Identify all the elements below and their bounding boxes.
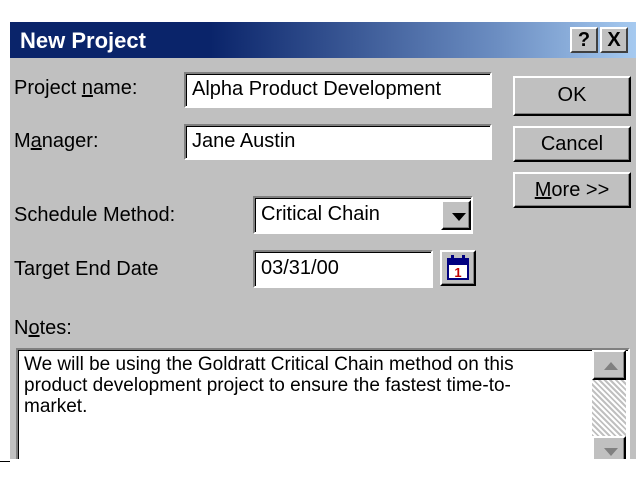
schedule-method-label: Schedule Method:: [14, 204, 176, 226]
new-project-dialog: New Project ? X Project name: Alpha Prod…: [10, 22, 636, 459]
project-name-value: Alpha Product Development: [192, 78, 442, 100]
notes-scrollbar[interactable]: [592, 350, 626, 459]
cancel-button[interactable]: Cancel: [513, 126, 631, 162]
more-button[interactable]: More >>: [513, 172, 631, 208]
manager-label: Manager:: [14, 130, 99, 152]
chevron-down-icon: [452, 213, 466, 221]
project-name-label: Project name:: [14, 77, 138, 99]
scroll-down-button[interactable]: [592, 436, 626, 459]
title-bar[interactable]: New Project ? X: [10, 22, 636, 58]
manager-input[interactable]: Jane Austin: [184, 124, 492, 160]
schedule-method-dropdown[interactable]: Critical Chain: [253, 196, 473, 234]
calendar-button[interactable]: 1: [440, 250, 476, 286]
target-end-date-label: Target End Date: [14, 258, 159, 280]
calendar-icon-digit: 1: [454, 265, 461, 280]
ok-button[interactable]: OK: [513, 76, 631, 116]
scroll-up-button[interactable]: [592, 350, 626, 380]
dropdown-arrow-button[interactable]: [441, 200, 471, 230]
manager-value: Jane Austin: [192, 130, 296, 152]
project-name-input[interactable]: Alpha Product Development: [184, 72, 492, 108]
notes-label: Notes:: [14, 317, 72, 339]
chevron-up-icon: [604, 362, 618, 370]
target-end-date-input[interactable]: 03/31/00: [253, 250, 433, 288]
help-button[interactable]: ?: [570, 27, 598, 53]
divider-line: [0, 461, 10, 462]
dialog-title: New Project: [20, 28, 146, 53]
close-button[interactable]: X: [600, 27, 628, 53]
calendar-icon: 1: [447, 255, 469, 280]
notes-textarea[interactable]: We will be using the Goldratt Critical C…: [16, 348, 630, 459]
schedule-method-value: Critical Chain: [261, 203, 380, 225]
target-end-date-value: 03/31/00: [261, 257, 339, 279]
chevron-down-icon: [604, 448, 618, 456]
notes-value: We will be using the Goldratt Critical C…: [24, 354, 514, 417]
